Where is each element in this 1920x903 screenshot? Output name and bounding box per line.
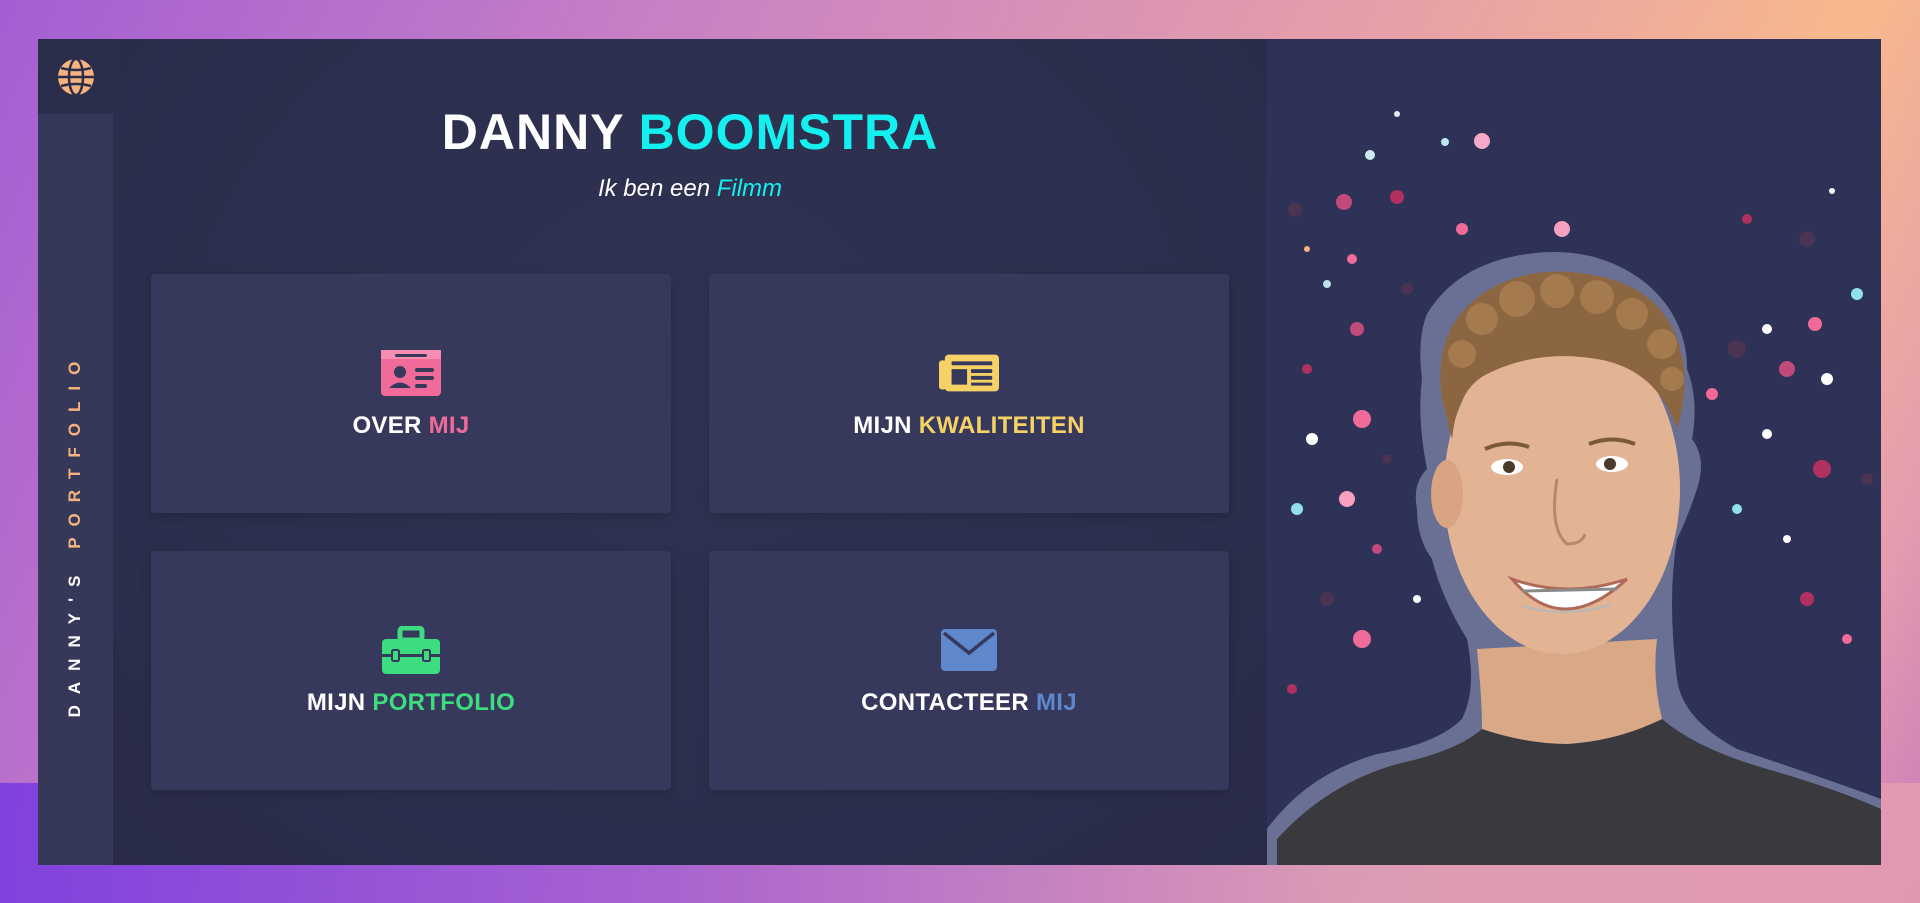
subtitle-typed-word: Filmm bbox=[716, 175, 783, 202]
card-label-first: MIJN bbox=[306, 688, 366, 716]
card-mijn-kwaliteiten-label: MIJN KWALITEITEN bbox=[853, 412, 1084, 440]
card-mijn-portfolio-label: MIJN PORTFOLIO bbox=[307, 689, 515, 717]
title-first-name: DANNY bbox=[441, 104, 624, 160]
sidebar-title: DANNY'S PORTFOLIO bbox=[65, 351, 85, 718]
sidebar-title-main: DANNY'S bbox=[65, 564, 84, 718]
sidebar: DANNY'S PORTFOLIO bbox=[38, 114, 113, 865]
card-label-first: MIJN bbox=[853, 411, 912, 439]
person-figure bbox=[1267, 252, 1881, 865]
main-content: DANNY BOOMSTRA Ik ben een Filmm OVER MIJ… bbox=[113, 39, 1267, 865]
toolbox-icon bbox=[381, 625, 441, 675]
card-contacteer-mij[interactable]: CONTACTEER MIJ bbox=[709, 551, 1229, 790]
envelope-icon bbox=[939, 625, 999, 675]
card-over-mij-label: OVER MIJ bbox=[352, 412, 469, 440]
card-label-accent: MIJ bbox=[1035, 688, 1077, 716]
id-card-icon bbox=[381, 348, 441, 398]
sidebar-title-accent: PORTFOLIO bbox=[65, 350, 84, 549]
logo-area[interactable] bbox=[38, 39, 113, 114]
card-label-accent: KWALITEITEN bbox=[918, 411, 1085, 439]
portfolio-frame: DANNY'S PORTFOLIO DANNY BOOMSTRA Ik ben … bbox=[38, 39, 1881, 865]
card-mijn-kwaliteiten[interactable]: MIJN KWALITEITEN bbox=[709, 274, 1229, 513]
profile-photo bbox=[1267, 39, 1881, 865]
globe-icon[interactable] bbox=[56, 57, 96, 97]
card-over-mij[interactable]: OVER MIJ bbox=[151, 274, 671, 513]
profile-photo-illustration bbox=[1267, 111, 1881, 865]
card-label-accent: MIJ bbox=[428, 411, 470, 439]
card-label-accent: PORTFOLIO bbox=[372, 688, 516, 716]
page-title: DANNY BOOMSTRA bbox=[113, 103, 1267, 161]
card-label-first: OVER bbox=[352, 411, 422, 439]
card-label-first: CONTACTEER bbox=[861, 688, 1029, 716]
card-contacteer-mij-label: CONTACTEER MIJ bbox=[861, 689, 1077, 717]
newspaper-icon bbox=[939, 348, 999, 398]
page-subtitle: Ik ben een Filmm bbox=[113, 175, 1267, 203]
card-mijn-portfolio[interactable]: MIJN PORTFOLIO bbox=[151, 551, 671, 790]
subtitle-prefix: Ik ben een bbox=[597, 175, 711, 202]
title-last-name: BOOMSTRA bbox=[638, 104, 939, 160]
